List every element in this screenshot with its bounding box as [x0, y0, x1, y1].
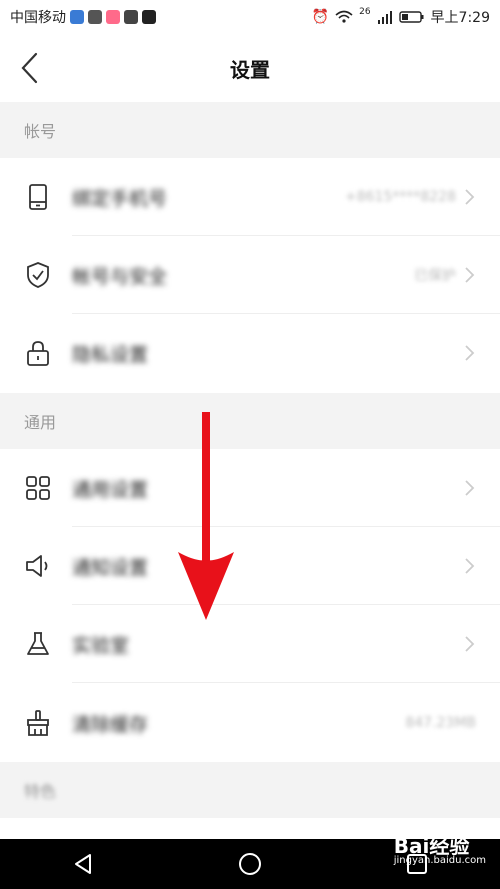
row-label: 清除缓存	[72, 713, 149, 736]
tiktok-app-icon	[142, 10, 156, 24]
alarm-icon: ⏰	[311, 9, 330, 25]
row-account-security[interactable]: 帐号与安全 已保护	[0, 236, 500, 314]
divider	[72, 682, 500, 683]
network-type: 26	[359, 7, 371, 17]
row-privacy-settings[interactable]: 隐私设置	[0, 314, 500, 392]
row-label: 通用设置	[72, 478, 149, 501]
scroll-down-arrow	[178, 412, 234, 620]
section-header-account: 帐号	[0, 102, 500, 158]
row-bind-phone[interactable]: 绑定手机号 +8615****8228	[0, 158, 500, 236]
section-title: 特色	[24, 782, 57, 801]
row-label: 实验室	[72, 634, 130, 657]
chevron-right-icon	[465, 345, 475, 361]
chevron-right-icon	[465, 267, 475, 283]
speaker-icon	[26, 555, 48, 577]
baidu-jingyan-watermark: Bai经验 jingyan.baidu.com	[394, 836, 486, 866]
wifi-icon	[335, 10, 353, 23]
chevron-right-icon	[465, 189, 475, 205]
row-lab[interactable]: 实验室	[0, 605, 500, 683]
row-label: 隐私设置	[72, 343, 149, 366]
phone-icon	[29, 184, 47, 210]
section-header-general: 通用	[0, 393, 500, 449]
row-label: 帐号与安全	[72, 265, 168, 288]
row-general-settings[interactable]: 通用设置	[0, 449, 500, 527]
grid-icon	[26, 476, 50, 500]
shield-check-icon	[27, 262, 49, 288]
row-label: 绑定手机号	[72, 187, 168, 210]
wallet-app-icon	[88, 10, 102, 24]
nav-home-icon[interactable]	[237, 851, 263, 877]
chevron-right-icon	[465, 480, 475, 496]
row-value: 847.23MB	[405, 715, 476, 731]
signal-icon	[377, 11, 392, 24]
nav-back-icon[interactable]	[71, 852, 95, 876]
shield-app-icon	[70, 10, 84, 24]
lock-icon	[27, 341, 49, 366]
camera-app-icon	[106, 10, 120, 24]
row-value: +8615****8228	[345, 189, 456, 205]
row-notification-settings[interactable]: 通知设置	[0, 527, 500, 605]
brush-icon	[27, 710, 49, 736]
watermark-url: jingyan.baidu.com	[393, 855, 486, 866]
chevron-right-icon	[465, 636, 475, 652]
back-icon[interactable]	[14, 51, 48, 85]
section-header-features: 特色	[0, 762, 500, 818]
carrier-name: 中国移动	[10, 10, 66, 26]
chevron-right-icon	[465, 558, 475, 574]
nav-bar: 设置	[0, 34, 500, 102]
row-value: 已保护	[414, 268, 456, 284]
row-label: 通知设置	[72, 556, 149, 579]
status-bar: 中国移动 ⏰ 26 早上7:29	[0, 0, 500, 34]
row-clear-cache[interactable]: 清除缓存 847.23MB	[0, 684, 500, 762]
ring-app-icon	[124, 10, 138, 24]
page-title: 设置	[230, 57, 270, 82]
flask-icon	[27, 632, 49, 655]
status-time: 早上7:29	[430, 10, 490, 26]
battery-icon	[398, 11, 424, 23]
